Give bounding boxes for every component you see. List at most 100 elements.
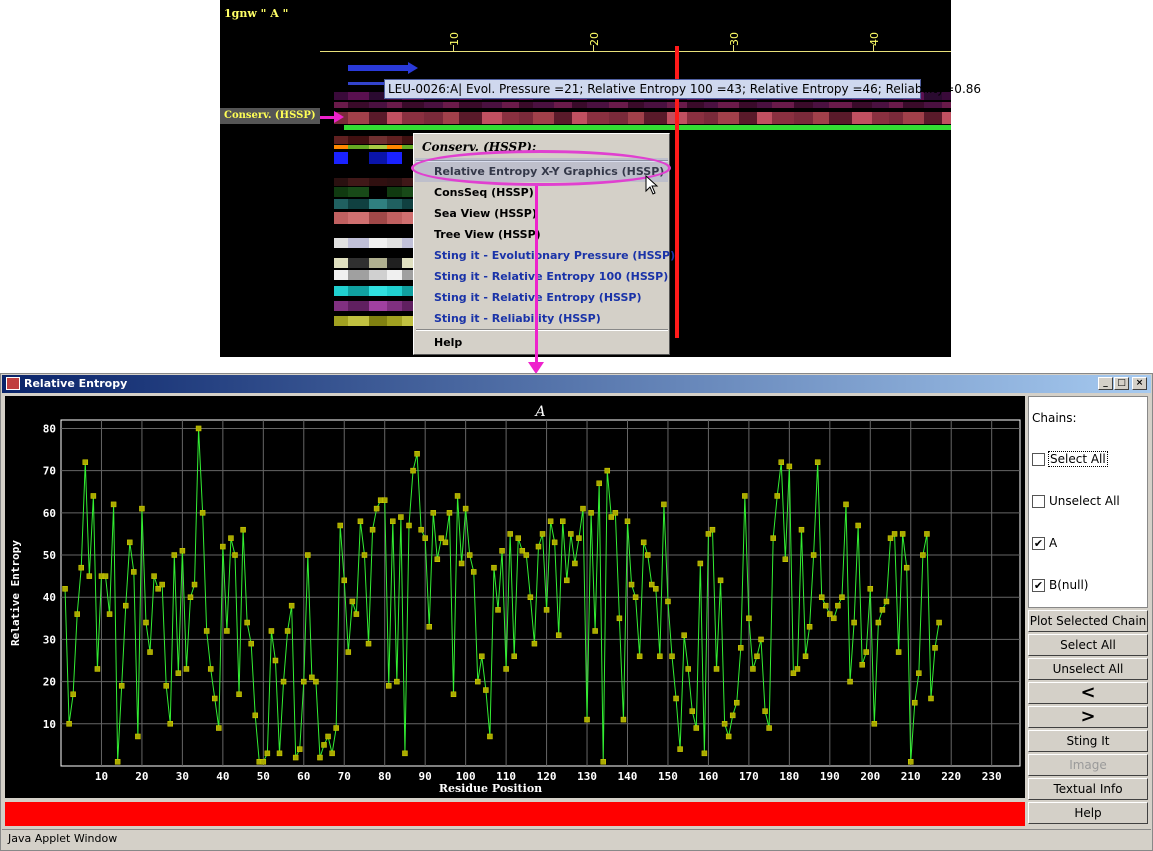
menu-item-consseq[interactable]: ConsSeq (HSSP) xyxy=(434,186,534,199)
track-cell xyxy=(718,102,739,108)
menu-item-tree-view[interactable]: Tree View (HSSP) xyxy=(434,228,541,241)
image-button: Image xyxy=(1028,754,1148,776)
data-point xyxy=(616,615,623,622)
chain-a-checkbox[interactable]: ✔ xyxy=(1032,537,1045,550)
track-cell xyxy=(369,145,387,149)
track-cell xyxy=(829,102,852,108)
data-point xyxy=(110,501,117,508)
menu-item-help[interactable]: Help xyxy=(434,336,462,349)
minimize-button[interactable]: _ xyxy=(1098,377,1113,390)
data-point xyxy=(361,552,368,558)
track-cell xyxy=(644,102,667,108)
data-point xyxy=(572,560,578,567)
data-point xyxy=(701,750,708,757)
data-point xyxy=(418,526,424,533)
track-cell xyxy=(348,145,369,149)
window-titlebar[interactable]: Relative Entropy _ □ × xyxy=(2,375,1151,393)
textual-info-button[interactable]: Textual Info xyxy=(1028,778,1148,800)
data-point xyxy=(470,569,477,575)
track-cell xyxy=(369,238,387,248)
track-cell xyxy=(348,286,369,296)
data-point xyxy=(568,531,574,537)
data-point xyxy=(912,699,918,706)
data-point xyxy=(260,759,267,765)
chain-b-label[interactable]: B(null) xyxy=(1049,578,1088,592)
data-point xyxy=(499,548,505,554)
data-point xyxy=(357,518,364,525)
track-cell xyxy=(334,270,348,280)
track-cell xyxy=(942,112,951,124)
data-point xyxy=(564,577,570,584)
track-cell xyxy=(387,199,402,209)
data-point xyxy=(782,556,789,562)
x-tick-label: 170 xyxy=(739,770,759,783)
unselect-all-button[interactable]: Unselect All xyxy=(1028,658,1148,680)
data-point xyxy=(697,560,704,567)
data-point xyxy=(709,526,716,533)
x-tick-label: 180 xyxy=(779,770,799,783)
menu-item-sting-evol-pressure[interactable]: Sting it - Evolutionary Pressure (HSSP) xyxy=(434,249,675,262)
previous-button[interactable]: < xyxy=(1028,682,1148,704)
data-point xyxy=(466,552,473,558)
track-label[interactable]: Conserv. (HSSP) xyxy=(220,108,320,124)
chain-a-label[interactable]: A xyxy=(1049,536,1057,550)
data-point xyxy=(458,560,465,567)
help-button[interactable]: Help xyxy=(1028,802,1148,824)
menu-item-sting-rel-entropy-100[interactable]: Sting it - Relative Entropy 100 (HSSP) xyxy=(434,270,668,283)
select-all-label[interactable]: Select All xyxy=(1048,451,1108,467)
data-point xyxy=(677,746,683,752)
x-tick-label: 70 xyxy=(338,770,351,783)
track-cell xyxy=(369,301,387,311)
track-cell xyxy=(889,112,903,124)
track-cell xyxy=(348,301,369,311)
track-cell xyxy=(813,112,829,124)
select-all-checkbox[interactable] xyxy=(1032,453,1045,466)
data-point xyxy=(329,750,335,757)
x-tick-label: 140 xyxy=(618,770,638,783)
next-button[interactable]: > xyxy=(1028,706,1148,728)
data-point xyxy=(689,708,695,714)
menu-item-sting-reliability[interactable]: Sting it - Reliability (HSSP) xyxy=(434,312,601,325)
data-point xyxy=(560,518,566,525)
data-point xyxy=(244,619,250,626)
data-point xyxy=(843,501,849,508)
data-point xyxy=(604,467,611,474)
sting-it-button[interactable]: Sting It xyxy=(1028,730,1148,752)
data-point xyxy=(600,759,606,765)
data-point xyxy=(224,628,230,634)
data-point xyxy=(66,721,72,727)
data-point xyxy=(475,678,481,685)
close-button[interactable]: × xyxy=(1132,377,1147,390)
track-cell xyxy=(459,102,482,108)
track-cell xyxy=(348,199,369,209)
data-point xyxy=(212,695,218,702)
unselect-all-label[interactable]: Unselect All xyxy=(1049,494,1120,508)
track-cell xyxy=(334,286,348,296)
data-point xyxy=(543,607,550,613)
unselect-all-checkbox[interactable] xyxy=(1032,495,1045,508)
track-cell xyxy=(424,112,443,124)
maximize-button[interactable]: □ xyxy=(1114,377,1129,390)
track-cell xyxy=(369,178,387,186)
track-cell xyxy=(829,112,852,124)
data-point xyxy=(863,649,869,655)
data-point xyxy=(721,721,728,727)
track-cell xyxy=(903,102,924,108)
y-tick-label: 60 xyxy=(43,507,56,520)
track-cell xyxy=(502,102,519,108)
track-cell xyxy=(482,102,502,108)
select-all-button[interactable]: Select All xyxy=(1028,634,1148,656)
track-cell xyxy=(334,92,348,100)
menu-item-sea-view[interactable]: Sea View (HSSP) xyxy=(434,207,537,220)
data-point xyxy=(365,640,372,647)
data-point xyxy=(268,628,275,634)
plot-selected-chain-button[interactable]: Plot Selected Chain xyxy=(1028,610,1148,632)
chain-b-checkbox[interactable]: ✔ xyxy=(1032,579,1045,592)
data-point xyxy=(345,649,352,655)
data-point xyxy=(895,649,902,655)
data-point xyxy=(875,619,882,626)
data-point xyxy=(580,505,586,512)
ruler-tick-label: 20 xyxy=(588,32,601,46)
y-axis-label: Relative Entropy xyxy=(9,540,22,646)
data-point xyxy=(596,480,602,487)
